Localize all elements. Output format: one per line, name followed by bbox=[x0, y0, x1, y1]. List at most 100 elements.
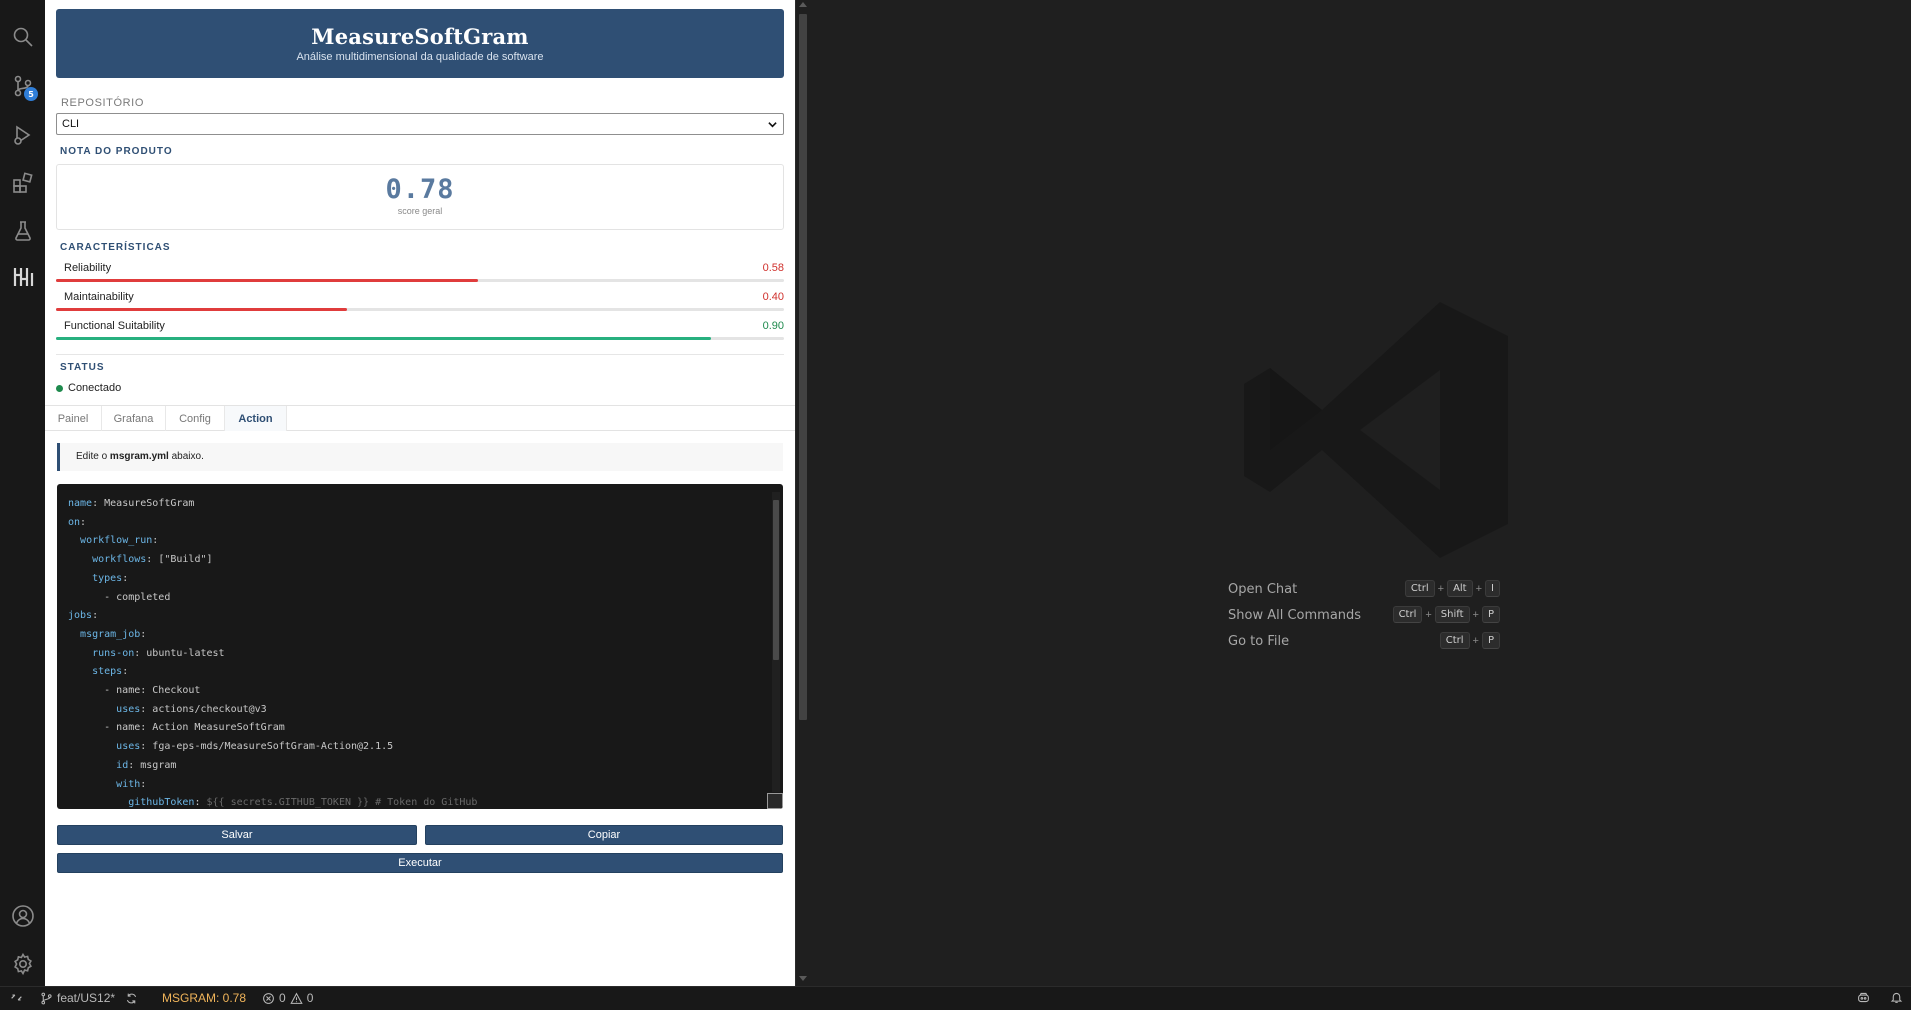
code-token: name bbox=[68, 498, 93, 509]
warning-count: 0 bbox=[306, 991, 314, 1005]
tab-action[interactable]: Action bbox=[225, 406, 287, 431]
repository-select[interactable]: CLI bbox=[56, 113, 784, 135]
panel-tabs: Painel Grafana Config Action bbox=[45, 405, 795, 431]
sidebar-scrollbar-thumb[interactable] bbox=[799, 14, 807, 720]
key: Alt bbox=[1447, 580, 1473, 597]
code-token: - name: Checkout bbox=[68, 685, 201, 697]
characteristic-row: Reliability 0.58 bbox=[56, 262, 784, 286]
account-icon[interactable] bbox=[0, 896, 45, 936]
code-token: : bbox=[140, 628, 147, 640]
editor-scrollbar-thumb[interactable] bbox=[773, 500, 779, 660]
command-label: Open Chat bbox=[1228, 582, 1298, 597]
app-subtitle: Análise multidimensional da qualidade de… bbox=[296, 51, 544, 63]
msgram-icon[interactable] bbox=[0, 257, 45, 297]
tab-config[interactable]: Config bbox=[166, 406, 225, 431]
code-line: runs-on: ubuntu-latest bbox=[68, 645, 477, 664]
code-line: - name: Action MeasureSoftGram bbox=[68, 719, 477, 738]
welcome-command-open-chat[interactable]: Open Chat Ctrl + Alt + I bbox=[1228, 580, 1500, 600]
copilot-icon[interactable] bbox=[1857, 991, 1870, 1004]
code-token: : msgram bbox=[128, 759, 177, 771]
vscode-logo-icon bbox=[1244, 302, 1508, 558]
scroll-up-icon[interactable] bbox=[799, 2, 807, 7]
extensions-icon[interactable] bbox=[0, 163, 45, 203]
tab-painel[interactable]: Painel bbox=[45, 406, 102, 431]
msgram-panel: MeasureSoftGram Análise multidimensional… bbox=[45, 0, 795, 986]
repository-label: REPOSITÓRIO bbox=[61, 97, 144, 109]
source-control-icon[interactable]: 5 bbox=[0, 66, 45, 106]
notifications-bell-icon[interactable] bbox=[1890, 991, 1903, 1004]
run-button[interactable]: Executar bbox=[57, 853, 783, 873]
warning-icon bbox=[290, 992, 303, 1004]
code-token: : fga-eps-mds/MeasureSoftGram-Action@2.1… bbox=[140, 741, 394, 753]
product-score-label: score geral bbox=[397, 206, 443, 216]
resize-handle-icon[interactable] bbox=[767, 793, 783, 809]
repository-selected-value: CLI bbox=[62, 118, 80, 130]
scroll-down-icon[interactable] bbox=[799, 976, 807, 981]
code-token: workflow_run bbox=[80, 535, 153, 547]
yaml-editor[interactable]: name: MeasureSoftGram on: workflow_run: w… bbox=[57, 484, 783, 809]
msgram-status[interactable]: MSGRAM: 0.78 bbox=[162, 991, 246, 1005]
branch-status[interactable]: feat/US12* bbox=[40, 991, 138, 1005]
sync-icon[interactable] bbox=[125, 992, 138, 1005]
run-debug-icon[interactable] bbox=[0, 115, 45, 155]
code-token: : ["Build"] bbox=[146, 554, 213, 566]
key: Ctrl bbox=[1392, 606, 1423, 623]
code-line: uses: fga-eps-mds/MeasureSoftGram-Action… bbox=[68, 738, 477, 757]
code-line: steps: bbox=[68, 663, 477, 682]
key: Ctrl bbox=[1404, 580, 1435, 597]
save-button[interactable]: Salvar bbox=[57, 825, 417, 845]
status-text: Conectado bbox=[68, 382, 122, 394]
characteristic-row: Maintainability 0.40 bbox=[56, 291, 784, 315]
code-token: uses bbox=[116, 703, 141, 715]
code-token: jobs bbox=[68, 610, 93, 622]
welcome-command-show-all[interactable]: Show All Commands Ctrl + Shift + P bbox=[1228, 606, 1500, 626]
code-line: on: bbox=[68, 514, 477, 533]
code-line: workflow_run: bbox=[68, 532, 477, 551]
key: Shift bbox=[1434, 606, 1470, 623]
code-token: : bbox=[140, 778, 147, 790]
error-count: 0 bbox=[279, 991, 286, 1005]
welcome-command-go-to-file[interactable]: Go to File Ctrl + P bbox=[1228, 632, 1500, 652]
code-token: - name: Action MeasureSoftGram bbox=[68, 722, 285, 734]
characteristic-bar-track bbox=[56, 279, 784, 282]
status-title: STATUS bbox=[60, 362, 105, 373]
search-icon[interactable] bbox=[0, 17, 45, 57]
settings-gear-icon[interactable] bbox=[0, 944, 45, 984]
code-line: - name: Checkout bbox=[68, 682, 477, 701]
code-line: with: bbox=[68, 776, 477, 795]
characteristic-bar-fill bbox=[56, 279, 479, 282]
sidebar-scrollbar[interactable] bbox=[795, 0, 809, 986]
code-token: types bbox=[92, 572, 123, 584]
info-filename: msgram.yml bbox=[109, 451, 169, 462]
code-line: jobs: bbox=[68, 607, 477, 626]
testing-icon[interactable] bbox=[0, 211, 45, 251]
status-bar: feat/US12* MSGRAM: 0.78 0 0 bbox=[0, 986, 1911, 1010]
code-token: : bbox=[152, 535, 159, 547]
code-token: runs-on bbox=[92, 647, 135, 659]
code-token: with bbox=[116, 778, 141, 790]
code-line: id: msgram bbox=[68, 757, 477, 776]
problems-status[interactable]: 0 0 bbox=[262, 991, 313, 1005]
keybinding: Ctrl + Shift + P bbox=[1392, 606, 1500, 623]
code-line: workflows: ["Build"] bbox=[68, 551, 477, 570]
chevron-down-icon bbox=[768, 122, 777, 128]
keybinding: Ctrl + Alt + I bbox=[1404, 580, 1500, 597]
code-token: - completed bbox=[68, 591, 171, 603]
code-token: ${{ secrets.GITHUB_TOKEN }} # Token do G… bbox=[206, 797, 478, 809]
tab-grafana[interactable]: Grafana bbox=[102, 406, 166, 431]
copy-button[interactable]: Copiar bbox=[425, 825, 783, 845]
keybinding: Ctrl + P bbox=[1439, 632, 1500, 649]
code-token: : bbox=[92, 610, 99, 622]
yaml-code[interactable]: name: MeasureSoftGram on: workflow_run: w… bbox=[68, 495, 477, 809]
code-token: id bbox=[116, 759, 129, 771]
remote-icon[interactable] bbox=[10, 991, 23, 1004]
